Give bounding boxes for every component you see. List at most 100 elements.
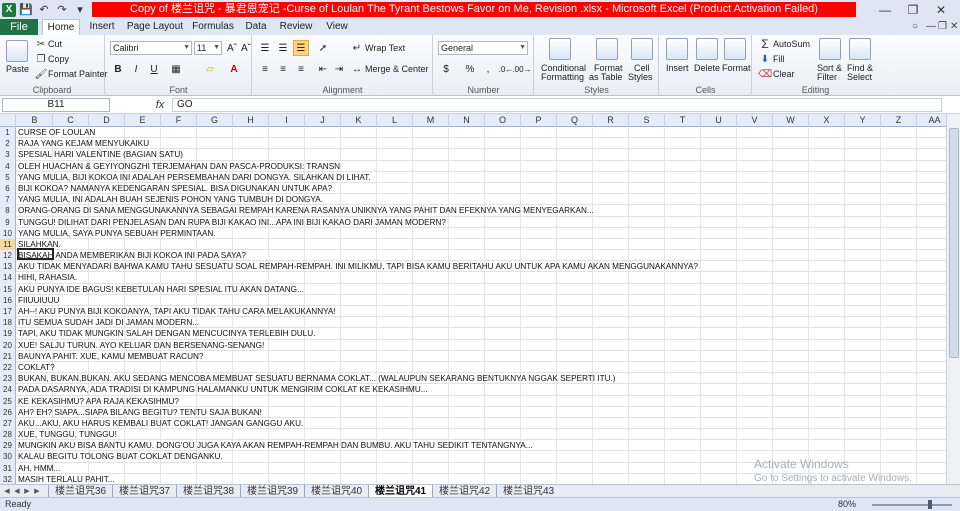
customize-qat-icon[interactable]: ▾ [72, 2, 88, 18]
copy-button[interactable]: Copy [48, 54, 69, 64]
cell-text[interactable]: BAUNYA PAHIT. XUE, KAMU MEMBUAT RACUN? [18, 351, 203, 362]
tab-page-layout[interactable]: Page Layout [124, 19, 186, 35]
cell-text[interactable]: ORANG-ORANG DI SANA MENGGUNAKANNYA SEBAG… [18, 205, 594, 216]
column-header-c[interactable]: C [53, 114, 89, 127]
italic-button[interactable]: I [128, 61, 144, 77]
help-icon[interactable]: ○ [912, 21, 918, 32]
minimize-icon[interactable]: — [870, 0, 900, 19]
insert-cells-icon[interactable] [666, 38, 688, 60]
align-left-icon[interactable]: ≡ [257, 61, 273, 77]
cell-text[interactable]: TAPI, AKU TIDAK MUNGKIN SALAH DENGAN MEN… [18, 328, 315, 339]
cell-text[interactable]: CURSE OF LOULAN [18, 127, 95, 138]
row-header[interactable]: 11 [0, 238, 16, 251]
delete-cells-button[interactable]: Delete [694, 63, 720, 73]
row-header[interactable]: 28 [0, 429, 16, 441]
row-header[interactable]: 23 [0, 373, 16, 385]
column-header-h[interactable]: H [233, 114, 269, 127]
name-box[interactable]: B11 [2, 98, 110, 112]
orientation-icon[interactable]: ➚ [315, 40, 331, 56]
column-header-j[interactable]: J [305, 114, 341, 127]
align-right-icon[interactable]: ≡ [293, 61, 309, 77]
cell-text[interactable]: AKU PUNYA IDE BAGUS! KEBETULAN HARI SPES… [18, 284, 304, 295]
comma-button[interactable]: , [480, 61, 496, 77]
column-header-y[interactable]: Y [845, 114, 881, 127]
align-center-icon[interactable]: ≡ [275, 61, 291, 77]
column-header-l[interactable]: L [377, 114, 413, 127]
cell-text[interactable]: YANG MULIA, INI ADALAH BUAH SEJENIS POHO… [18, 194, 323, 205]
format-cells-button[interactable]: Format [722, 63, 751, 73]
align-bottom-icon[interactable]: ☰ [293, 40, 309, 56]
column-header-m[interactable]: M [413, 114, 449, 127]
column-header-x[interactable]: X [809, 114, 845, 127]
cell-text[interactable]: ITU SEMUA SUDAH JADI DI JAMAN MODERN... [18, 317, 199, 328]
cell-text[interactable]: RAJA YANG KEJAM MENYUKAIKU [18, 138, 149, 149]
percent-button[interactable]: % [462, 61, 478, 77]
row-header[interactable]: 31 [0, 462, 16, 474]
cell-text[interactable]: YANG MULIA, SAYA PUNYA SEBUAH PERMINTAAN… [18, 228, 216, 239]
workbook-close-icon[interactable]: ✕ [950, 21, 958, 32]
column-header-g[interactable]: G [197, 114, 233, 127]
conditional-formatting-icon[interactable] [549, 38, 571, 60]
column-header-q[interactable]: Q [557, 114, 593, 127]
row-header[interactable]: 9 [0, 216, 16, 228]
row-header[interactable]: 12 [0, 250, 16, 262]
cell-text[interactable]: COKLAT? [18, 362, 55, 373]
column-header-z[interactable]: Z [881, 114, 917, 127]
increase-indent-icon[interactable]: ⇥ [331, 61, 347, 77]
underline-button[interactable]: U [146, 61, 162, 77]
restore-icon[interactable]: ❐ [898, 0, 928, 19]
column-header-r[interactable]: R [593, 114, 629, 127]
close-icon[interactable]: ✕ [926, 0, 956, 19]
cell-styles-icon[interactable] [631, 38, 653, 60]
paste-icon[interactable] [6, 40, 28, 62]
undo-icon[interactable]: ↶ [36, 2, 52, 18]
column-header-w[interactable]: W [773, 114, 809, 127]
cell-text[interactable]: TUNGGU! DILIHAT DARI PENJELASAN DAN RUPA… [18, 217, 446, 228]
column-header-k[interactable]: K [341, 114, 377, 127]
row-header[interactable]: 24 [0, 384, 16, 396]
decrease-font-icon[interactable]: Aˇ [238, 40, 254, 56]
save-icon[interactable]: 💾 [18, 2, 34, 18]
column-header-f[interactable]: F [161, 114, 197, 127]
column-header-p[interactable]: P [521, 114, 557, 127]
tab-view[interactable]: View [320, 19, 354, 35]
format-as-table-icon[interactable] [596, 38, 618, 60]
row-header[interactable]: 27 [0, 417, 16, 430]
row-header[interactable]: 29 [0, 440, 16, 452]
row-header[interactable]: 21 [0, 350, 16, 362]
cell-text[interactable]: MUNGKIN AKU BISA BANTU KAMU. DONG'OU JUG… [18, 440, 533, 451]
tab-data[interactable]: Data [240, 19, 272, 35]
tab-insert[interactable]: Insert [84, 19, 120, 35]
format-cells-icon[interactable] [724, 38, 746, 60]
zoom-slider-knob[interactable] [928, 500, 932, 509]
column-header-o[interactable]: O [485, 114, 521, 127]
cell-text[interactable]: YANG MULIA, BIJI KOKOA INI ADALAH PERSEM… [18, 172, 371, 183]
tab-file[interactable]: File [0, 19, 38, 35]
worksheet-grid[interactable]: BCDEFGHIJKLMNOPQRSTUVWXYZAAAB 1CURSE OF … [0, 114, 946, 486]
tab-formulas[interactable]: Formulas [190, 19, 236, 35]
column-header-v[interactable]: V [737, 114, 773, 127]
autosum-button[interactable]: AutoSum [773, 39, 810, 49]
cell-text[interactable]: PADA DASARNYA, ADA TRADISI DI KAMPUNG HA… [18, 384, 428, 395]
currency-icon[interactable]: $ [438, 61, 454, 77]
cut-button[interactable]: Cut [48, 39, 62, 49]
bold-button[interactable]: B [110, 61, 126, 77]
font-size-dropdown[interactable]: 11 ▼ [194, 41, 222, 55]
wrap-text-button[interactable]: Wrap Text [365, 43, 405, 53]
cell-text[interactable]: HIHI, RAHASIA. [18, 272, 77, 283]
cell-text[interactable]: OLEH HUACHAN & GEYIYONGZHI TERJEMAHAN DA… [18, 161, 340, 172]
row-header[interactable]: 26 [0, 406, 16, 418]
row-header[interactable]: 13 [0, 261, 16, 273]
row-header[interactable]: 17 [0, 306, 16, 318]
decrease-indent-icon[interactable]: ⇤ [315, 61, 331, 77]
find-select-icon[interactable] [849, 38, 871, 60]
delete-cells-icon[interactable] [696, 38, 718, 60]
row-header[interactable]: 19 [0, 328, 16, 340]
column-header-aa[interactable]: AA [917, 114, 946, 127]
merge-center-button[interactable]: Merge & Center [365, 64, 429, 74]
row-header[interactable]: 7 [0, 194, 16, 206]
cell-text[interactable]: AKU TIDAK MENYADARI BAHWA KAMU TAHU SESU… [18, 261, 698, 272]
insert-function-button[interactable]: fx [152, 97, 168, 113]
scrollbar-thumb[interactable] [949, 128, 959, 358]
cell-text[interactable]: XUE! SALJU TURUN. AYO KELUAR DAN BERSENA… [18, 340, 264, 351]
